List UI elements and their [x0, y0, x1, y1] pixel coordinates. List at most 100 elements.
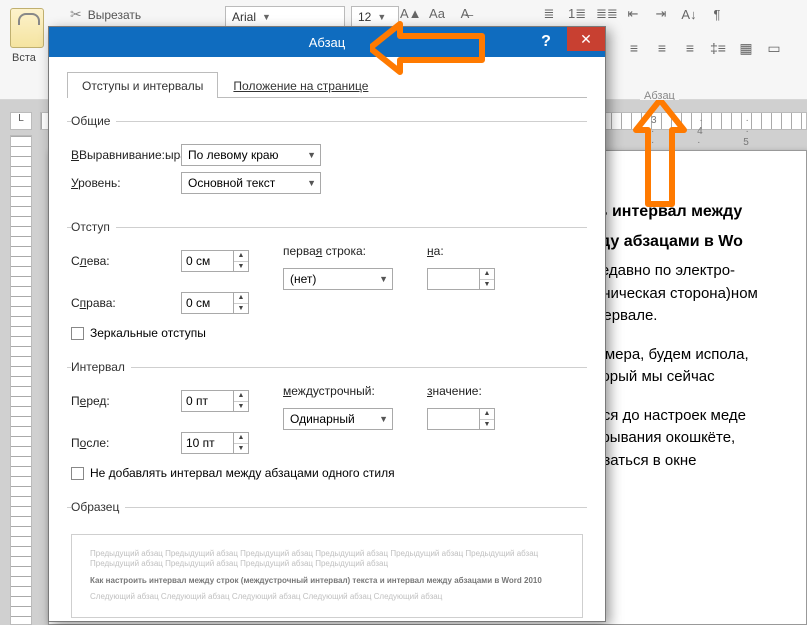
change-case-icon[interactable]: Aa	[428, 6, 446, 21]
indent-by-input[interactable]	[427, 268, 479, 290]
sample-main-text: Как настроить интервал между строк (межд…	[90, 576, 564, 586]
document-text: ить интервал между ежду абзацами в Wo й …	[580, 200, 803, 488]
indent-left-input[interactable]	[181, 250, 233, 272]
paragraph-dialog: Абзац ? ✕ Отступы и интервалы Положение …	[48, 26, 606, 622]
font-name-combo[interactable]: Arial ▼	[225, 6, 345, 28]
combo-line-spacing[interactable]: Одинарный ▼	[283, 408, 393, 430]
tab-indents-label: Отступы и интервалы	[82, 79, 203, 93]
spin-down-icon[interactable]: ▼	[480, 420, 494, 430]
dialog-titlebar[interactable]: Абзац ? ✕	[49, 27, 605, 57]
spinner-spacing-at[interactable]: ▲▼	[427, 408, 495, 430]
mirror-indents-label: Зеркальные отступы	[90, 326, 206, 340]
indent-inc-icon[interactable]: ⇥	[652, 6, 670, 22]
grow-font-icon[interactable]: A▲	[400, 6, 418, 21]
label-first-line: первая строка:	[283, 244, 393, 258]
label-indent-left: Слева:	[71, 254, 181, 268]
spin-up-icon[interactable]: ▲	[234, 391, 248, 402]
sort-icon[interactable]: A↓	[680, 7, 698, 22]
spin-up-icon[interactable]: ▲	[234, 293, 248, 304]
dialog-title: Абзац	[309, 35, 345, 50]
line-spacing-value: Одинарный	[290, 412, 355, 426]
clipboard-icon	[10, 8, 44, 48]
close-button[interactable]: ✕	[567, 27, 605, 51]
chevron-down-icon: ▼	[379, 274, 388, 284]
space-before-input[interactable]	[181, 390, 233, 412]
spinner-space-before[interactable]: ▲▼	[181, 390, 249, 412]
tab-indents[interactable]: Отступы и интервалы	[67, 72, 218, 98]
indent-right-input[interactable]	[181, 292, 233, 314]
ruler-corner[interactable]: L	[10, 112, 32, 130]
legend-sample: Образец	[71, 500, 125, 514]
checkbox-box	[71, 467, 84, 480]
doc-heading-1: ить интервал между	[580, 200, 803, 224]
pilcrow-icon[interactable]: ¶	[708, 7, 726, 22]
group-sample: Образец Предыдущий абзац Предыдущий абза…	[67, 500, 587, 622]
shading-icon[interactable]: ▦	[737, 40, 755, 57]
spin-down-icon[interactable]: ▼	[234, 304, 248, 314]
first-line-value: (нет)	[290, 272, 316, 286]
spinner-space-after[interactable]: ▲▼	[181, 432, 249, 454]
spin-up-icon[interactable]: ▲	[480, 269, 494, 280]
spinner-indent-left[interactable]: ▲▼	[181, 250, 249, 272]
paste-label: Вста	[12, 52, 36, 64]
doc-para-3: аться до настроек ме­де открывания окошк…	[580, 405, 803, 473]
spinner-indent-by[interactable]: ▲▼	[427, 268, 495, 290]
checkbox-no-space-same-style[interactable]: Не добавлять интервал между абзацами одн…	[71, 466, 583, 480]
ruler-vertical[interactable]	[10, 135, 32, 625]
paste-button[interactable]	[10, 8, 44, 48]
borders-icon[interactable]: ▭	[765, 40, 783, 57]
spin-up-icon[interactable]: ▲	[480, 409, 494, 420]
indent-dec-icon[interactable]: ⇤	[624, 6, 642, 22]
label-alignment: ВВыравнивание:ыравнивание:	[71, 148, 181, 162]
align-center-icon[interactable]: ≡	[653, 40, 671, 57]
checkbox-box	[71, 327, 84, 340]
sample-prev-text: Предыдущий абзац Предыдущий абзац Предыд…	[90, 549, 564, 570]
combo-outline-level[interactable]: Основной текст ▼	[181, 172, 321, 194]
doc-heading-2: ежду абзацами в Wo	[580, 230, 803, 254]
chevron-down-icon: ▼	[307, 178, 316, 188]
line-spacing-icon[interactable]: ‡≡	[709, 40, 727, 57]
spin-down-icon[interactable]: ▼	[480, 280, 494, 290]
label-space-after: После:	[71, 436, 181, 450]
multilevel-icon[interactable]: ≣≣	[596, 6, 614, 22]
label-spacing-at: значение:	[427, 384, 495, 398]
doc-para-2: примера, будем испол­а, который мы сейча…	[580, 344, 803, 389]
cut-button[interactable]: ✂ Вырезать	[70, 6, 141, 23]
alignment-value: По левому краю	[188, 148, 279, 162]
spin-up-icon[interactable]: ▲	[234, 433, 248, 444]
group-spacing: Интервал Перед: ▲▼ После: ▲▼	[67, 360, 587, 484]
label-indent-by: на:	[427, 244, 495, 258]
scissors-icon: ✂	[70, 6, 82, 23]
font-size-combo[interactable]: 12 ▼	[351, 6, 399, 28]
align-right-icon[interactable]: ≡	[681, 40, 699, 57]
spin-up-icon[interactable]: ▲	[234, 251, 248, 262]
checkbox-mirror-indents[interactable]: Зеркальные отступы	[71, 326, 583, 340]
font-size-value: 12	[358, 10, 371, 24]
space-after-input[interactable]	[181, 432, 233, 454]
spacing-at-input[interactable]	[427, 408, 479, 430]
legend-indent: Отступ	[71, 220, 116, 234]
label-space-before: Перед:	[71, 394, 181, 408]
chevron-down-icon: ▼	[379, 414, 388, 424]
legend-general: Общие	[71, 114, 116, 128]
chevron-down-icon: ▼	[262, 12, 271, 22]
group-indent: Отступ Слева: ▲▼ Справа: ▲▼	[67, 220, 587, 344]
numbering-icon[interactable]: 1≣	[568, 6, 586, 22]
spin-down-icon[interactable]: ▼	[234, 444, 248, 454]
combo-first-line[interactable]: (нет) ▼	[283, 268, 393, 290]
close-icon: ✕	[580, 31, 592, 48]
bullets-icon[interactable]: ≣	[540, 6, 558, 22]
label-line-spacing: междустрочный:	[283, 384, 393, 398]
clear-format-icon[interactable]: A̶	[456, 6, 474, 21]
cut-label: Вырезать	[88, 8, 141, 22]
sample-next-text: Следующий абзац Следующий абзац Следующи…	[90, 592, 564, 602]
combo-alignment[interactable]: По левому краю ▼	[181, 144, 321, 166]
align-left-icon[interactable]: ≡	[625, 40, 643, 57]
spinner-indent-right[interactable]: ▲▼	[181, 292, 249, 314]
label-outline-level: Уровень:	[71, 176, 181, 190]
tab-page-position[interactable]: Положение на странице	[218, 72, 383, 98]
spin-down-icon[interactable]: ▼	[234, 402, 248, 412]
spin-down-icon[interactable]: ▼	[234, 262, 248, 272]
help-button[interactable]: ?	[527, 27, 565, 57]
dialog-tabs: Отступы и интервалы Положение на страниц…	[67, 71, 587, 98]
